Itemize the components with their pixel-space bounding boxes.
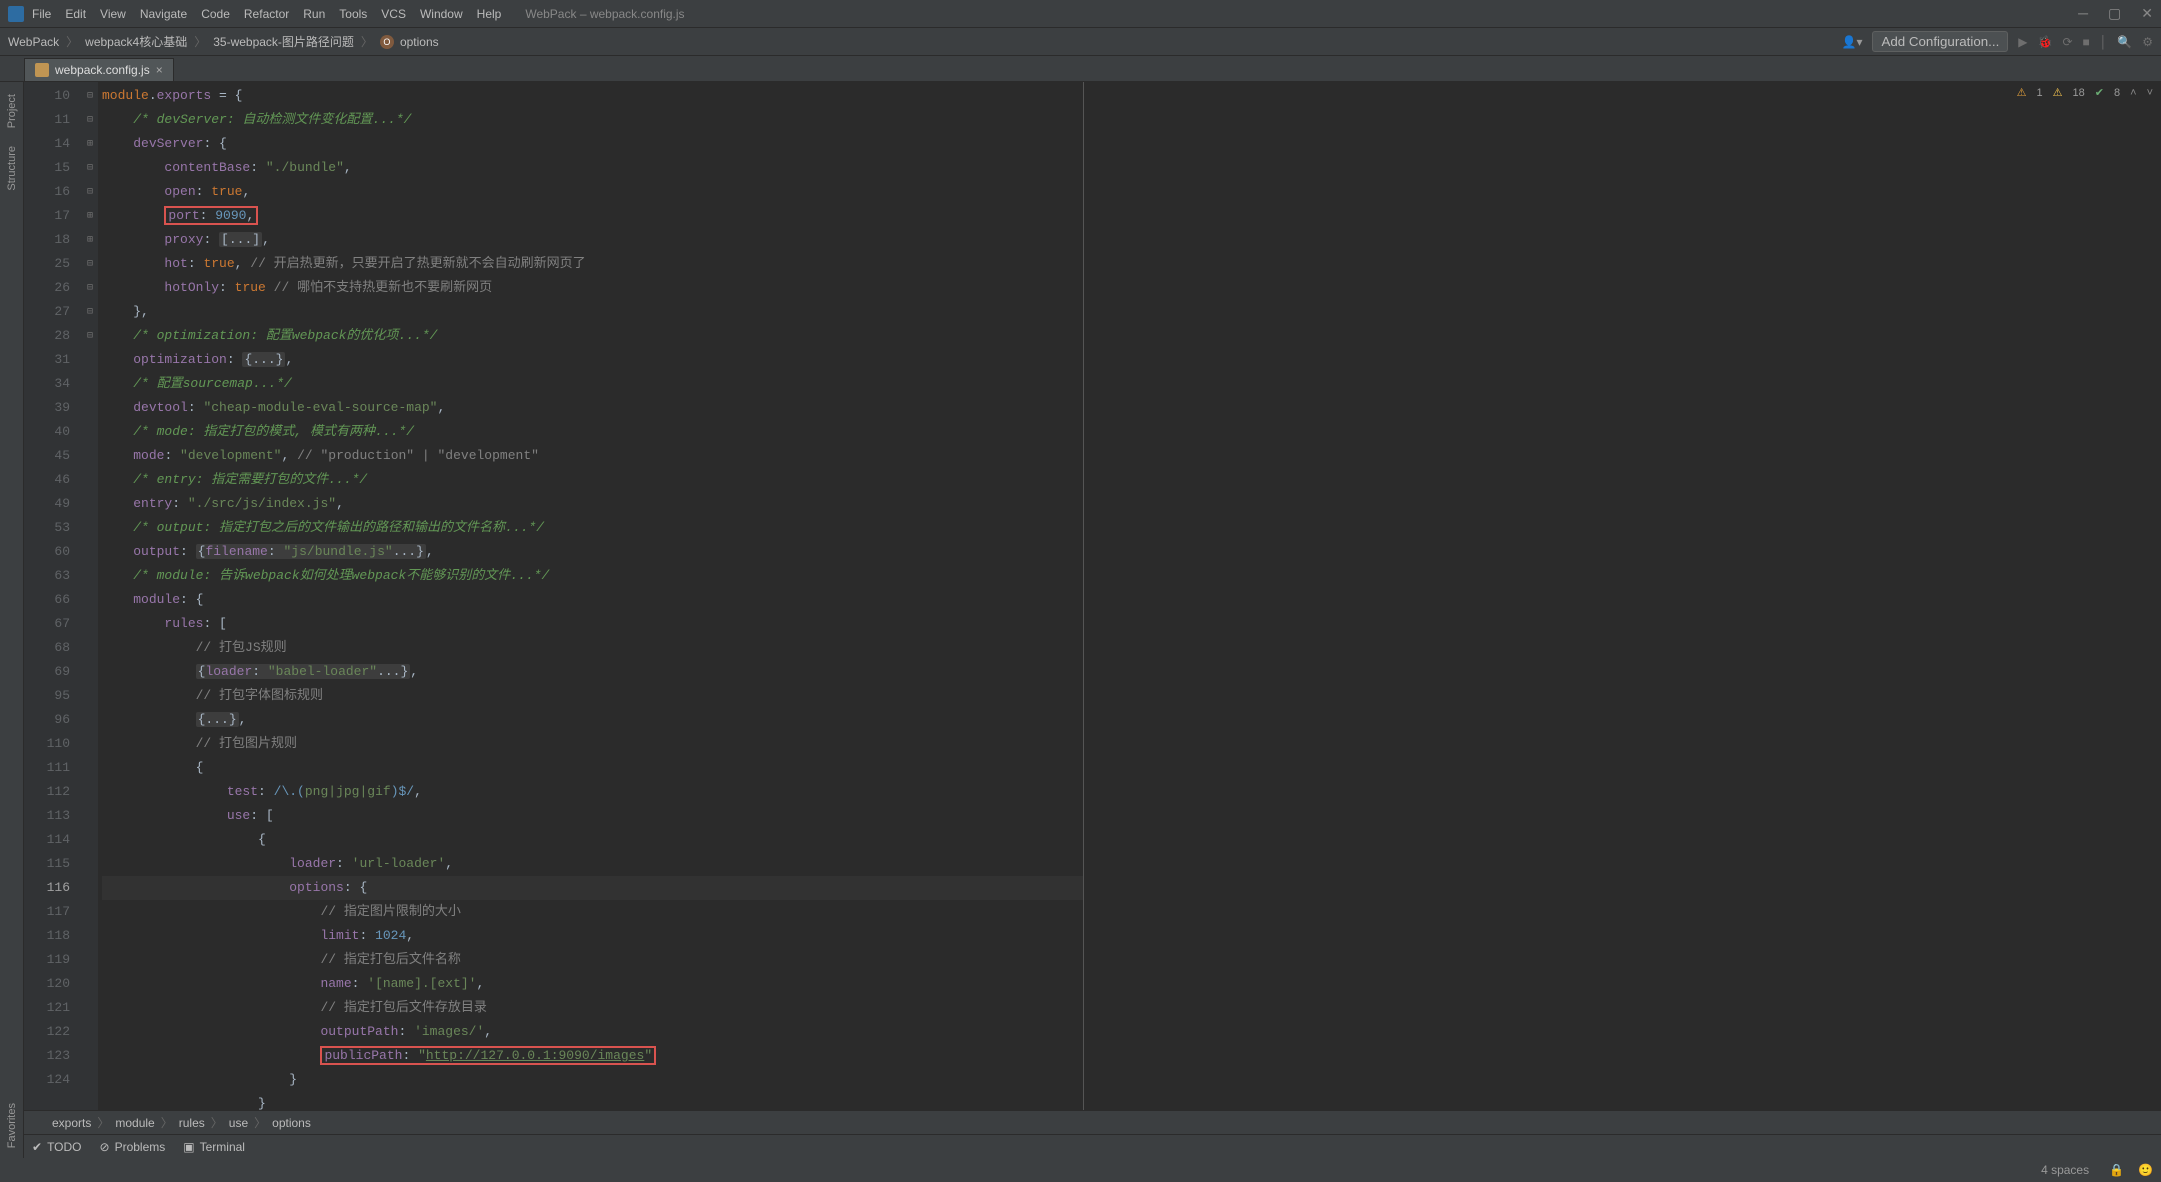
typo-count: 8	[2114, 87, 2120, 99]
fold-toggle[interactable]: ⊞	[82, 132, 98, 156]
run-coverage-icon[interactable]: ⟳	[2062, 35, 2072, 49]
inspection-up-icon[interactable]: ˄	[2130, 87, 2136, 99]
menu-view[interactable]: View	[100, 7, 126, 21]
app-icon	[8, 6, 24, 22]
breadcrumb-sep: 〉	[194, 33, 206, 50]
tool-problems[interactable]: ⊘Problems	[100, 1140, 166, 1154]
tool-window-toggle-icon[interactable]: ◫	[8, 1164, 19, 1178]
editor-wrapper: 1011141516171825262728313439404546495360…	[24, 82, 2161, 1158]
debug-icon[interactable]: 🐞	[2038, 35, 2053, 49]
search-icon[interactable]: 🔍	[2117, 35, 2132, 49]
menu-navigate[interactable]: Navigate	[140, 7, 187, 21]
bc-use[interactable]: use	[229, 1116, 248, 1130]
left-tool-rail: Project Structure Favorites	[0, 82, 24, 1158]
tab-close-icon[interactable]: ×	[156, 63, 163, 77]
menu-tools[interactable]: Tools	[339, 7, 367, 21]
inspect-icon[interactable]: 🙂	[2138, 1163, 2153, 1177]
breadcrumb-sep: 〉	[66, 33, 78, 50]
code-area[interactable]: module.exports = { /* devServer: 自动检测文件变…	[98, 82, 1083, 1110]
status-bar: ◫ ☰ Event Log	[0, 1158, 2161, 1182]
divider: │	[2100, 35, 2108, 49]
line-number-gutter: 1011141516171825262728313439404546495360…	[24, 82, 82, 1110]
caret-position[interactable]: 116:34	[1965, 1163, 2013, 1177]
breadcrumb-final[interactable]: options	[400, 35, 439, 49]
fold-toggle[interactable]: ⊞	[82, 204, 98, 228]
user-icon[interactable]: 👤▾	[1842, 35, 1863, 49]
fold-gutter: ⊟⊟⊞⊟⊟⊞⊞⊟⊟⊟⊟	[82, 82, 98, 1110]
menu-edit[interactable]: Edit	[65, 7, 86, 21]
menu-vcs[interactable]: VCS	[381, 7, 406, 21]
inspection-widget[interactable]: ⚠ 1 ⚠ 18 ✔ 8 ˄ ˅	[2017, 86, 2153, 99]
menu-file[interactable]: File	[32, 7, 51, 21]
rail-project[interactable]: Project	[6, 94, 18, 128]
lock-icon[interactable]: 🔒	[2109, 1163, 2124, 1177]
title-bar: File Edit View Navigate Code Refactor Ru…	[0, 0, 2161, 28]
bc-options[interactable]: options	[272, 1116, 311, 1130]
breadcrumb-bar: WebPack 〉 webpack4核心基础 〉 35-webpack-图片路径…	[0, 28, 2161, 56]
fold-toggle[interactable]: ⊟	[82, 300, 98, 324]
fold-toggle[interactable]: ⊟	[82, 276, 98, 300]
breadcrumb-project[interactable]: WebPack	[8, 35, 59, 49]
typo-icon: ✔	[2095, 86, 2104, 99]
file-tab-webpack-config[interactable]: webpack.config.js ×	[24, 58, 174, 81]
menu-bar: File Edit View Navigate Code Refactor Ru…	[32, 7, 501, 21]
menu-window[interactable]: Window	[420, 7, 463, 21]
editor-pane[interactable]: 1011141516171825262728313439404546495360…	[24, 82, 1084, 1110]
tool-terminal[interactable]: ▣Terminal	[183, 1140, 245, 1154]
fold-toggle[interactable]: ⊟	[82, 324, 98, 348]
warning-count: 18	[2073, 87, 2085, 99]
indent-info[interactable]: 4 spaces	[2035, 1163, 2095, 1177]
editor-split: 1011141516171825262728313439404546495360…	[24, 82, 2161, 1110]
close-button[interactable]: ✕	[2141, 5, 2153, 22]
breadcrumb-folder1[interactable]: webpack4核心基础	[85, 33, 187, 50]
bc-rules[interactable]: rules	[179, 1116, 205, 1130]
inspection-down-icon[interactable]: ˅	[2147, 87, 2153, 99]
problems-icon: ⊘	[100, 1140, 110, 1154]
tab-bar: webpack.config.js ×	[0, 56, 2161, 82]
js-file-icon	[35, 63, 49, 77]
menu-run[interactable]: Run	[303, 7, 325, 21]
secondary-pane: ⚠ 1 ⚠ 18 ✔ 8 ˄ ˅	[1084, 82, 2161, 1110]
toolbar-right: 👤▾ Add Configuration... ▶ 🐞 ⟳ ■ │ 🔍 ⚙	[1842, 31, 2154, 52]
fold-toggle[interactable]: ⊟	[82, 252, 98, 276]
window-title: WebPack – webpack.config.js	[525, 7, 684, 21]
stop-icon[interactable]: ■	[2083, 35, 2090, 49]
maximize-button[interactable]: ▢	[2108, 5, 2121, 22]
fold-toggle[interactable]: ⊟	[82, 180, 98, 204]
fold-toggle[interactable]: ⊞	[82, 228, 98, 252]
run-icon[interactable]: ▶	[2018, 35, 2027, 49]
minimize-button[interactable]: ─	[2078, 5, 2088, 22]
bc-exports[interactable]: exports	[52, 1116, 91, 1130]
menu-refactor[interactable]: Refactor	[244, 7, 289, 21]
breadcrumb-folder2[interactable]: 35-webpack-图片路径问题	[213, 33, 354, 50]
warning-icon: ⚠	[2053, 86, 2063, 99]
breadcrumb-badge: O	[380, 35, 394, 49]
rail-structure[interactable]: Structure	[6, 146, 18, 191]
todo-icon: ✔	[32, 1140, 42, 1154]
fold-toggle[interactable]: ⊟	[82, 108, 98, 132]
error-icon: ⚠	[2017, 86, 2027, 99]
bc-module[interactable]: module	[115, 1116, 154, 1130]
window-controls: ─ ▢ ✕	[2078, 5, 2153, 22]
main-area: Project Structure Favorites 101114151617…	[0, 82, 2161, 1158]
menu-help[interactable]: Help	[477, 7, 502, 21]
tool-todo[interactable]: ✔TODO	[32, 1140, 82, 1154]
editor-breadcrumb: exports〉 module〉 rules〉 use〉 options	[24, 1110, 2161, 1134]
terminal-icon: ▣	[183, 1140, 194, 1154]
error-count: 1	[2037, 87, 2043, 99]
fold-toggle[interactable]: ⊟	[82, 84, 98, 108]
add-configuration-button[interactable]: Add Configuration...	[1872, 31, 2008, 52]
tool-window-bar: ✔TODO ⊘Problems ▣Terminal	[24, 1134, 2161, 1158]
menu-code[interactable]: Code	[201, 7, 230, 21]
breadcrumb-sep: 〉	[361, 33, 373, 50]
rail-favorites[interactable]: Favorites	[6, 1103, 18, 1148]
file-tab-label: webpack.config.js	[55, 63, 150, 77]
fold-toggle[interactable]: ⊟	[82, 156, 98, 180]
settings-icon[interactable]: ⚙	[2142, 35, 2153, 49]
